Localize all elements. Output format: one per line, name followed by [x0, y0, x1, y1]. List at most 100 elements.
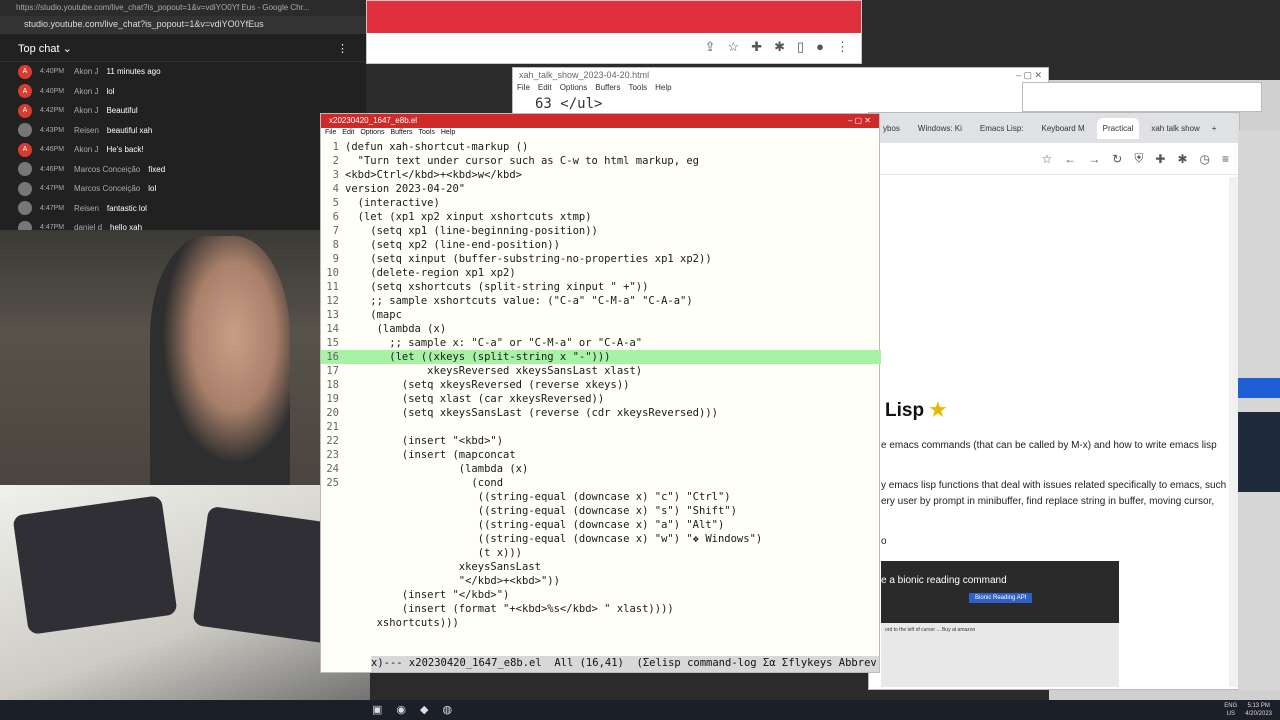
tab-5-active[interactable]: Practical: [1096, 117, 1140, 139]
menu-icon[interactable]: ⋮: [836, 39, 849, 55]
menu-tools[interactable]: Tools: [628, 83, 647, 93]
code-line[interactable]: 22 (insert "<kbd>"): [321, 434, 881, 448]
window-controls-icon[interactable]: – ▢ ✕: [1016, 70, 1042, 80]
code-line[interactable]: ((string-equal (downcase x) "w") "❖ Wind…: [321, 532, 881, 546]
menu-help[interactable]: Help: [655, 83, 671, 93]
avatar[interactable]: A: [18, 142, 32, 157]
avatar[interactable]: [18, 123, 32, 138]
menu-file[interactable]: File: [325, 129, 336, 139]
share-icon[interactable]: ⇪: [705, 39, 716, 55]
menu-tools[interactable]: Tools: [419, 129, 435, 139]
forward-icon[interactable]: →: [1088, 152, 1100, 166]
bookmark-star-icon[interactable]: ☆: [1042, 152, 1053, 166]
menu-edit[interactable]: Edit: [538, 83, 552, 93]
code-editor[interactable]: 1 (defun xah-shortcut-markup () 2 "Turn te…: [321, 140, 881, 650]
window-controls-icon[interactable]: – ▢ ✕: [848, 116, 871, 126]
message-author[interactable]: Akon J: [74, 87, 98, 96]
profile-icon[interactable]: ●: [816, 39, 824, 55]
message-author[interactable]: Akon J: [74, 145, 98, 154]
code-line[interactable]: 18 (setq xkeysReversed (reverse xkeys)): [321, 378, 881, 392]
sidebar-icon[interactable]: ▯: [797, 39, 804, 55]
video-button[interactable]: Bionic Reading API: [969, 593, 1033, 603]
video-embed[interactable]: e a bionic reading command Bionic Readin…: [881, 561, 1119, 623]
more-options-icon[interactable]: ⋮: [337, 42, 348, 55]
avatar[interactable]: A: [18, 103, 32, 118]
message-author[interactable]: Marcos Conceição: [74, 165, 140, 174]
tab-1[interactable]: ybos: [877, 118, 906, 139]
code-line[interactable]: 24 (lambda (x): [321, 462, 881, 476]
puzzle-icon[interactable]: ✱: [1177, 152, 1187, 166]
code-line[interactable]: 23 (insert (mapconcat: [321, 448, 881, 462]
code-line[interactable]: 7 (setq xp1 (line-beginning-position)): [321, 224, 881, 238]
tab-2[interactable]: Windows: Ki: [912, 118, 968, 139]
code-line[interactable]: 15 ;; sample x: "C-a" or "C-M-a" or "C-A…: [321, 336, 881, 350]
menu-buffers[interactable]: Buffers: [390, 129, 412, 139]
code-line[interactable]: 21: [321, 420, 881, 434]
code-line[interactable]: 13 (mapc: [321, 308, 881, 322]
app-icon-1[interactable]: ▣: [372, 703, 382, 716]
menu-file[interactable]: File: [517, 83, 530, 93]
code-line[interactable]: xkeysSansLast: [321, 560, 881, 574]
avatar[interactable]: [18, 201, 32, 216]
code-line[interactable]: (insert "</kbd>"): [321, 588, 881, 602]
code-line[interactable]: ((string-equal (downcase x) "a") "Alt"): [321, 518, 881, 532]
code-line[interactable]: 10 (delete-region xp1 xp2): [321, 266, 881, 280]
app-icon-4[interactable]: ◍: [442, 703, 452, 716]
shield-icon[interactable]: ⛨: [1134, 151, 1143, 166]
menu-icon[interactable]: ≡: [1222, 152, 1229, 166]
selected-item[interactable]: [1238, 378, 1280, 398]
menu-edit[interactable]: Edit: [342, 129, 354, 139]
code-line[interactable]: 11 (setq xshortcuts (split-string xinput…: [321, 280, 881, 294]
code-line[interactable]: 17 xkeysReversed xkeysSansLast xlast): [321, 364, 881, 378]
code-line[interactable]: 3 <kbd>Ctrl</kbd>+<kbd>w</kbd>: [321, 168, 881, 182]
extension-icon[interactable]: ✚: [751, 39, 762, 55]
code-line[interactable]: ((string-equal (downcase x) "s") "Shift"…: [321, 504, 881, 518]
clock[interactable]: 5:13 PM 4/20/2023: [1245, 702, 1272, 718]
menu-help[interactable]: Help: [441, 129, 455, 139]
code-line[interactable]: (t x))): [321, 546, 881, 560]
code-line[interactable]: 1 (defun xah-shortcut-markup (): [321, 140, 881, 154]
menu-options[interactable]: Options: [560, 83, 588, 93]
puzzle-icon[interactable]: ✱: [774, 39, 785, 55]
chat-address-bar[interactable]: studio.youtube.com/live_chat?is_popout=1…: [0, 16, 366, 34]
code-line[interactable]: 12 ;; sample xshortcuts value: ("C-a" "C…: [321, 294, 881, 308]
message-author[interactable]: Akon J: [74, 67, 98, 76]
tab-6[interactable]: xah talk show: [1145, 118, 1205, 139]
code-line[interactable]: xshortcuts))): [321, 616, 881, 630]
extension-icon[interactable]: ✚: [1155, 152, 1165, 166]
star-icon[interactable]: ☆: [728, 39, 740, 55]
back-icon[interactable]: ←: [1064, 152, 1076, 166]
code-line[interactable]: 5 (interactive): [321, 196, 881, 210]
top-chat-dropdown[interactable]: Top chat ⌄: [18, 42, 72, 55]
tab-4[interactable]: Keyboard M: [1036, 118, 1091, 139]
code-line[interactable]: (insert (format "+<kbd>%s</kbd> " xlast)…: [321, 602, 881, 616]
code-line[interactable]: "</kbd>+<kbd>")): [321, 574, 881, 588]
code-line[interactable]: 8 (setq xp2 (line-end-position)): [321, 238, 881, 252]
code-line[interactable]: 4 version 2023-04-20": [321, 182, 881, 196]
code-line[interactable]: 9 (setq xinput (buffer-substring-no-prop…: [321, 252, 881, 266]
code-line[interactable]: 16 (let ((xkeys (split-string x "-"))): [321, 350, 881, 364]
code-line[interactable]: 25 (cond: [321, 476, 881, 490]
code-line[interactable]: 6 (let (xp1 xp2 xinput xshortcuts xtmp): [321, 210, 881, 224]
tab-3[interactable]: Emacs Lisp:: [974, 118, 1030, 139]
message-author[interactable]: Reisen: [74, 204, 99, 213]
new-tab-icon[interactable]: +: [1212, 124, 1217, 133]
code-line[interactable]: 14 (lambda (x): [321, 322, 881, 336]
code-line[interactable]: 2 "Turn text under cursor such as C-w to…: [321, 154, 881, 168]
app-icon-2[interactable]: ◉: [396, 703, 406, 716]
history-icon[interactable]: ◷: [1200, 152, 1210, 166]
message-author[interactable]: Reisen: [74, 126, 99, 135]
menu-buffers[interactable]: Buffers: [595, 83, 620, 93]
message-author[interactable]: Marcos Conceição: [74, 184, 140, 193]
message-author[interactable]: Akon J: [74, 106, 98, 115]
avatar[interactable]: A: [18, 84, 32, 99]
reload-icon[interactable]: ↻: [1112, 152, 1122, 166]
avatar[interactable]: A: [18, 64, 32, 79]
avatar[interactable]: [18, 181, 32, 196]
language-indicator[interactable]: ENG US: [1224, 702, 1237, 718]
avatar[interactable]: [18, 162, 32, 177]
code-line[interactable]: 19 (setq xlast (car xkeysReversed)): [321, 392, 881, 406]
app-icon-3[interactable]: ◆: [420, 703, 428, 716]
menu-options[interactable]: Options: [360, 129, 384, 139]
code-line[interactable]: 20 (setq xkeysSansLast (reverse (cdr xke…: [321, 406, 881, 420]
